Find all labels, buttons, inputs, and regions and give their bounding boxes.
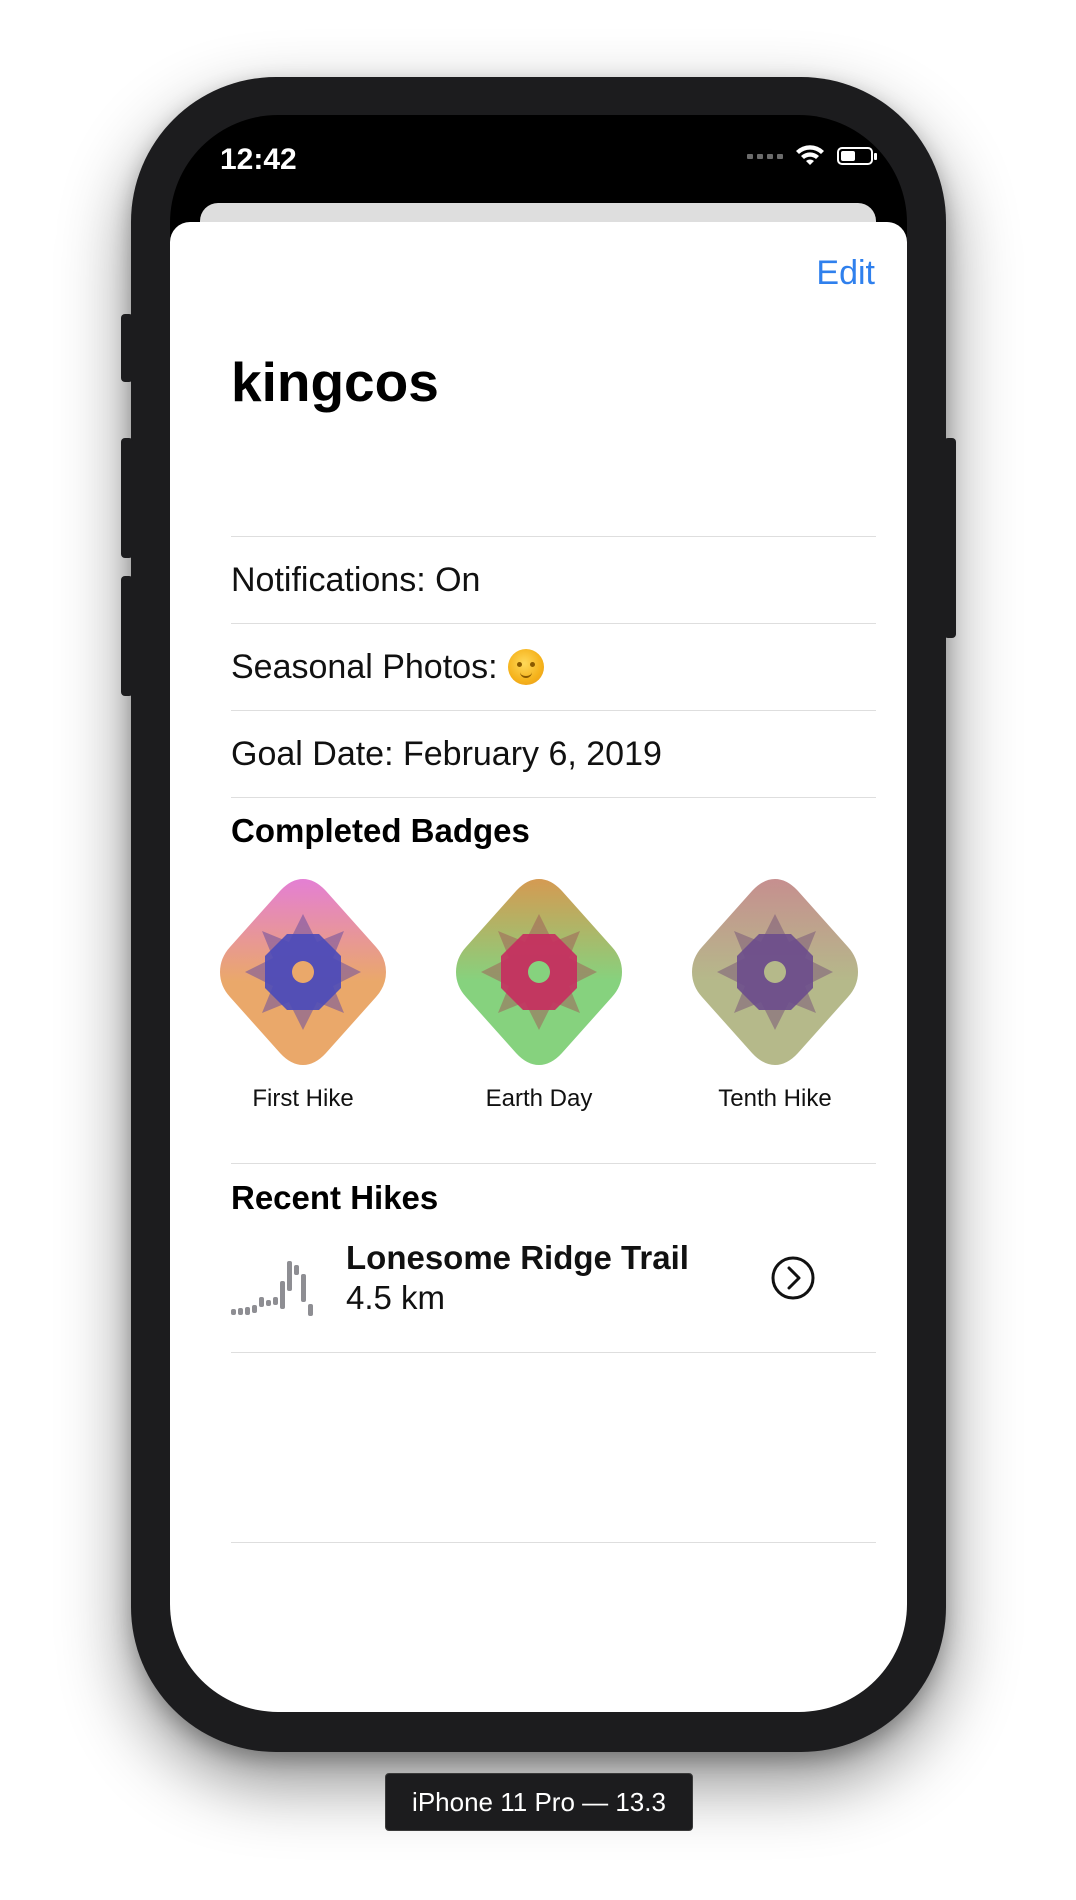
page-title: kingcos xyxy=(231,351,439,413)
sun-face-icon xyxy=(507,649,544,685)
notifications-text: Notifications: On xyxy=(231,560,481,599)
chevron-right-circle-icon[interactable] xyxy=(770,1255,816,1301)
badge-label: Tenth Hike xyxy=(718,1085,832,1112)
hike-name: Lonesome Ridge Trail xyxy=(346,1239,689,1276)
side-button-silent xyxy=(121,314,133,382)
status-indicators xyxy=(747,145,877,167)
battery-icon xyxy=(837,147,877,165)
hike-row[interactable]: Lonesome Ridge Trail 4.5 km xyxy=(231,1239,876,1349)
badge-earth-day: Earth Day xyxy=(454,877,624,1113)
side-button-volume-down xyxy=(121,576,133,696)
notch xyxy=(334,115,744,175)
seasonal-photos-text: Seasonal Photos: xyxy=(231,647,498,686)
completed-badges-title: Completed Badges xyxy=(231,812,530,849)
badge-hexagon-icon xyxy=(456,879,622,1065)
divider xyxy=(231,797,876,798)
divider xyxy=(231,1542,876,1543)
badge-label: Earth Day xyxy=(485,1085,593,1112)
divider xyxy=(231,1352,876,1353)
badge-tenth-hike: Tenth Hike xyxy=(690,877,860,1113)
goal-date-text: Goal Date: February 6, 2019 xyxy=(231,734,662,773)
badge-first-hike: First Hike xyxy=(218,877,388,1113)
screen: 12:42 Edit kingcos Notifications: On Sea… xyxy=(170,115,907,1712)
badge-hexagon-icon xyxy=(692,879,858,1065)
goal-date-row: Goal Date: February 6, 2019 xyxy=(231,710,876,797)
device-label: iPhone 11 Pro — 13.3 xyxy=(385,1773,693,1831)
side-button-volume-up xyxy=(121,438,133,558)
profile-sheet: Edit kingcos Notifications: On Seasonal … xyxy=(170,222,907,1712)
badge-label: First Hike xyxy=(252,1085,354,1112)
badge-hexagon-icon xyxy=(220,879,386,1065)
cellular-icon xyxy=(747,153,783,159)
hike-distance: 4.5 km xyxy=(346,1279,446,1316)
notifications-row: Notifications: On xyxy=(231,536,876,623)
recent-hikes-title: Recent Hikes xyxy=(231,1179,439,1216)
status-time: 12:42 xyxy=(220,143,297,176)
edit-button[interactable]: Edit xyxy=(816,254,875,293)
seasonal-photos-row: Seasonal Photos: xyxy=(231,623,876,710)
hike-elevation-graph-icon xyxy=(231,1261,313,1316)
wifi-icon xyxy=(796,145,824,165)
divider xyxy=(231,1163,876,1164)
side-button-power xyxy=(944,438,956,638)
